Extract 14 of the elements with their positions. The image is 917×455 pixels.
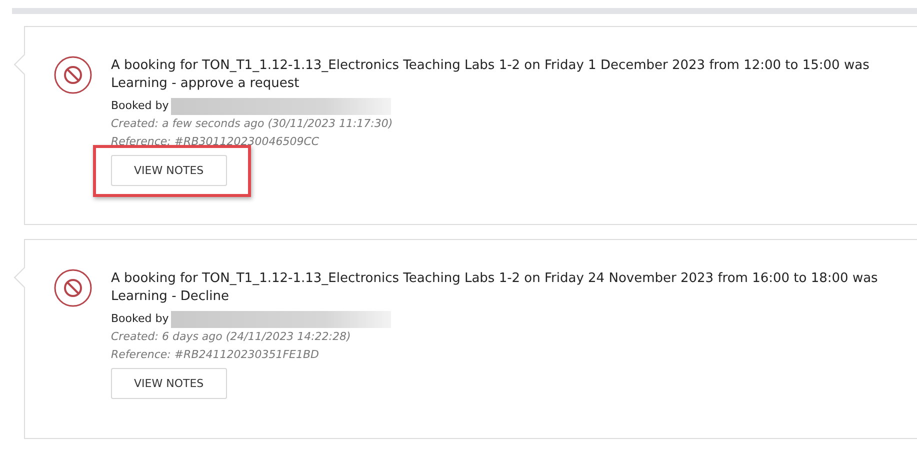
prohibited-icon bbox=[53, 55, 93, 95]
prohibited-icon bbox=[53, 268, 93, 308]
notification-message: A booking for TON_T1_1.12-1.13_Electronics Teaching Labs 1-2 on Friday 1 December 2023 from 12:00 to 15:00 was bbox=[111, 57, 870, 75]
created-time: Created: a few seconds ago (30/11/2023 11:17:30) bbox=[111, 116, 394, 132]
booked-by-label: Booked by bbox=[111, 98, 169, 114]
view-notes-button[interactable]: VIEW NOTES bbox=[111, 155, 227, 186]
notification-message: A booking for TON_T1_1.12-1.13_Electronics Teaching Labs 1-2 on Friday 24 November 2023 from 16:00 to 18:00 was bbox=[111, 270, 878, 288]
notification-subtitle: Learning - approve a request bbox=[111, 75, 300, 93]
reference-number: Reference: #RB241120230351FE1BD bbox=[111, 347, 320, 363]
view-notes-button[interactable]: VIEW NOTES bbox=[111, 368, 227, 399]
created-time: Created: 6 days ago (24/11/2023 14:22:28) bbox=[111, 329, 352, 345]
booked-by-label: Booked by bbox=[111, 311, 169, 327]
notification-subtitle: Learning - Decline bbox=[111, 288, 230, 306]
reference-number: Reference: #RB301120230046509CC bbox=[111, 134, 320, 150]
